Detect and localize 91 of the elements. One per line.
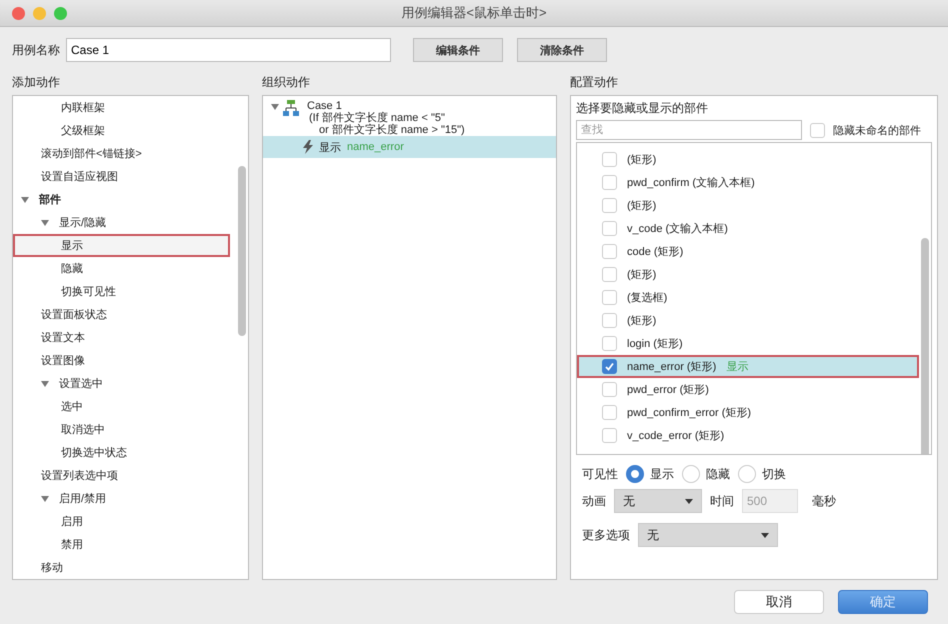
widget-row[interactable]: pwd_confirm_error (矩形) xyxy=(577,401,919,424)
checkbox[interactable] xyxy=(602,405,617,420)
checkbox[interactable] xyxy=(602,221,617,236)
section-label: 选择要隐藏或显示的部件 xyxy=(576,100,709,117)
condition-text: (If 部件文字长度 name < "5" xyxy=(308,112,446,124)
expand-arrow-icon[interactable] xyxy=(41,380,49,386)
checkbox[interactable] xyxy=(602,198,617,213)
window-title: 用例编辑器<鼠标单击时> xyxy=(401,4,547,22)
tree-item[interactable]: 显示 xyxy=(13,234,230,257)
checkbox[interactable] xyxy=(602,359,617,374)
tree-item[interactable]: 禁用 xyxy=(13,533,230,556)
more-options-dropdown[interactable]: 无 xyxy=(638,523,778,547)
expand-arrow-icon[interactable] xyxy=(41,220,49,226)
search-field[interactable]: 查找 xyxy=(576,120,802,140)
widget-row[interactable]: (矩形) xyxy=(577,194,919,217)
minimize-icon[interactable] xyxy=(33,6,46,20)
widget-row[interactable]: (矩形) xyxy=(577,148,919,171)
widget-row[interactable]: pwd_error (矩形) xyxy=(577,378,919,401)
widget-row[interactable]: login (矩形) xyxy=(577,332,919,355)
checkbox[interactable] xyxy=(602,290,617,305)
checkbox[interactable] xyxy=(602,428,617,443)
tree-item[interactable]: 启用 xyxy=(13,510,230,533)
tree-item[interactable]: 切换可见性 xyxy=(13,280,230,303)
tree-item[interactable]: 内联框架 xyxy=(13,96,230,119)
checkbox[interactable] xyxy=(602,382,617,397)
visibility-label: 可见性 xyxy=(582,466,618,482)
widget-row[interactable]: name_error (矩形) 显示 xyxy=(577,355,919,378)
widget-row[interactable]: v_code (文输入本框) xyxy=(577,217,919,240)
checkbox[interactable] xyxy=(602,175,617,190)
case-title[interactable]: Case 1 xyxy=(307,100,465,112)
tree-item[interactable]: 取消选中 xyxy=(13,418,230,441)
condition-button[interactable]: 清除条件 xyxy=(517,38,607,62)
radio-option[interactable]: 显示 xyxy=(626,465,674,483)
panel-heading: 添加动作 xyxy=(12,74,61,91)
tree-item[interactable]: 父级框架 xyxy=(13,119,230,142)
tree-item[interactable]: 设置列表选中项 xyxy=(13,464,230,487)
unit-label: 毫秒 xyxy=(812,492,836,510)
flowchart-icon xyxy=(283,100,299,116)
caret-icon xyxy=(685,498,693,504)
condition-button[interactable]: 编辑条件 xyxy=(413,38,503,62)
checkmark-icon xyxy=(604,361,615,372)
widget-row[interactable]: pwd_confirm (文输入本框) xyxy=(577,171,919,194)
animation-label: 动画 xyxy=(582,492,606,510)
case-name-label: 用例名称 xyxy=(12,42,60,58)
widget-row[interactable]: (复选框) xyxy=(577,286,919,309)
caret-icon xyxy=(761,532,769,538)
maximize-icon[interactable] xyxy=(54,6,67,20)
tree-item[interactable]: 启用/禁用 xyxy=(13,487,230,510)
tree-item[interactable]: 滚动到部件<锚链接> xyxy=(13,142,230,165)
radio-option[interactable]: 切换 xyxy=(738,465,786,483)
tree-item[interactable]: 设置文本 xyxy=(13,326,230,349)
checkbox[interactable] xyxy=(810,122,825,138)
close-icon[interactable] xyxy=(12,6,25,20)
action-row[interactable]: 显示 name_error xyxy=(263,136,556,158)
tree-item[interactable]: 隐藏 xyxy=(13,257,230,280)
checkbox[interactable] xyxy=(602,244,617,259)
checkbox[interactable] xyxy=(602,152,617,167)
widget-row[interactable]: (矩形) xyxy=(577,263,919,286)
radio-option[interactable]: 隐藏 xyxy=(682,465,730,483)
panel-heading: 配置动作 xyxy=(570,74,619,91)
widget-row[interactable]: code (矩形) xyxy=(577,240,919,263)
tree-item[interactable]: 移动 xyxy=(13,556,230,579)
widget-row[interactable]: (矩形) xyxy=(577,309,919,332)
tree-item[interactable]: 选中 xyxy=(13,395,230,418)
radio-button[interactable] xyxy=(626,465,644,483)
tree-item[interactable]: 显示/隐藏 xyxy=(13,211,230,234)
tree-item[interactable]: 设置选中 xyxy=(13,372,230,395)
expand-arrow-icon[interactable] xyxy=(41,496,49,502)
expand-arrow-icon[interactable] xyxy=(21,196,29,202)
tree-item[interactable]: 部件 xyxy=(13,188,230,211)
animation-dropdown[interactable]: 无 xyxy=(614,489,702,513)
condition-text: or 部件文字长度 name > "15") xyxy=(318,124,465,136)
scrollbar-thumb[interactable] xyxy=(238,166,246,336)
panel-heading: 组织动作 xyxy=(262,74,311,91)
case-name-field[interactable]: Case 1 xyxy=(66,38,391,62)
cancel-button[interactable]: 取消 xyxy=(734,590,824,614)
radio-button[interactable] xyxy=(738,465,756,483)
lightning-icon xyxy=(303,140,313,154)
tree-item[interactable]: 设置图像 xyxy=(13,349,230,372)
time-label: 时间 xyxy=(710,492,734,510)
checkbox-label: 隐藏未命名的部件 xyxy=(833,124,921,138)
scrollbar-thumb[interactable] xyxy=(921,238,929,454)
checkbox[interactable] xyxy=(602,313,617,328)
checkbox[interactable] xyxy=(602,336,617,351)
widget-row[interactable]: v_code_error (矩形) xyxy=(577,424,919,447)
radio-button[interactable] xyxy=(682,465,700,483)
tree-item[interactable]: 设置自适应视图 xyxy=(13,165,230,188)
more-options-label: 更多选项 xyxy=(582,526,630,544)
tree-item[interactable]: 切换选中状态 xyxy=(13,441,230,464)
tree-item[interactable]: 设置面板状态 xyxy=(13,303,230,326)
checkbox[interactable] xyxy=(602,267,617,282)
